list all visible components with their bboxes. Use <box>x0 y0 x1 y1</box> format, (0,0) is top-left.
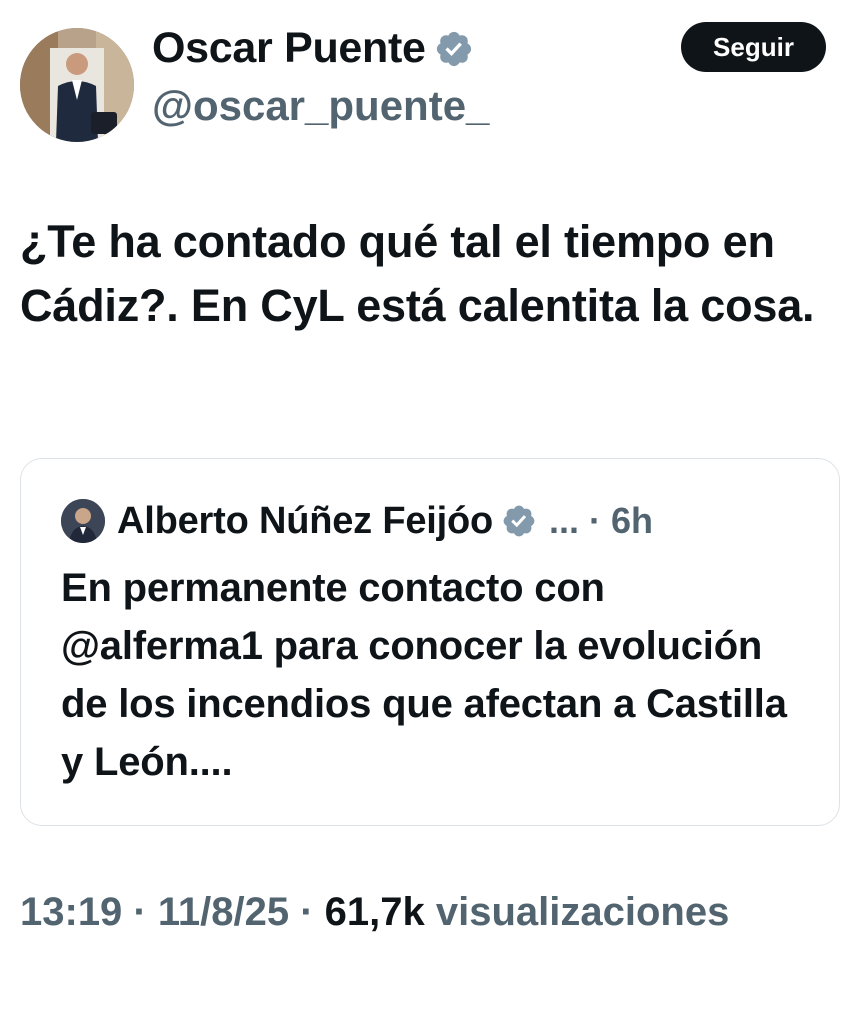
avatar-photo <box>20 28 134 142</box>
tweet-timestamp[interactable]: 13:19 · 11/8/25 · <box>20 890 325 934</box>
author-avatar[interactable] <box>20 28 134 142</box>
views-count: 61,7k <box>324 890 425 934</box>
follow-button[interactable]: Seguir <box>681 22 826 72</box>
tweet-footer: 13:19 · 11/8/25 · 61,7k visualizaciones <box>20 890 729 935</box>
quoted-author-name[interactable]: Alberto Núñez Feijóo <box>117 500 493 543</box>
quoted-tweet-header: Alberto Núñez Feijóo ... · 6h <box>61 499 653 543</box>
verified-badge-icon <box>434 29 474 69</box>
tweet-text: ¿Te ha contado qué tal el tiempo en Cádi… <box>20 216 815 331</box>
quoted-author-avatar[interactable] <box>61 499 105 543</box>
quoted-tweet-time[interactable]: ... · 6h <box>549 500 653 542</box>
quoted-tweet-text: En permanente contacto con @alferma1 par… <box>61 566 787 784</box>
author-name-row: Oscar Puente <box>152 24 474 73</box>
author-display-name[interactable]: Oscar Puente <box>152 24 426 73</box>
verified-badge-icon <box>501 503 537 539</box>
author-handle[interactable]: @oscar_puente_ <box>152 82 489 130</box>
views-label: visualizaciones <box>424 890 730 934</box>
quoted-tweet-card[interactable]: Alberto Núñez Feijóo ... · 6h En permane… <box>20 458 840 826</box>
